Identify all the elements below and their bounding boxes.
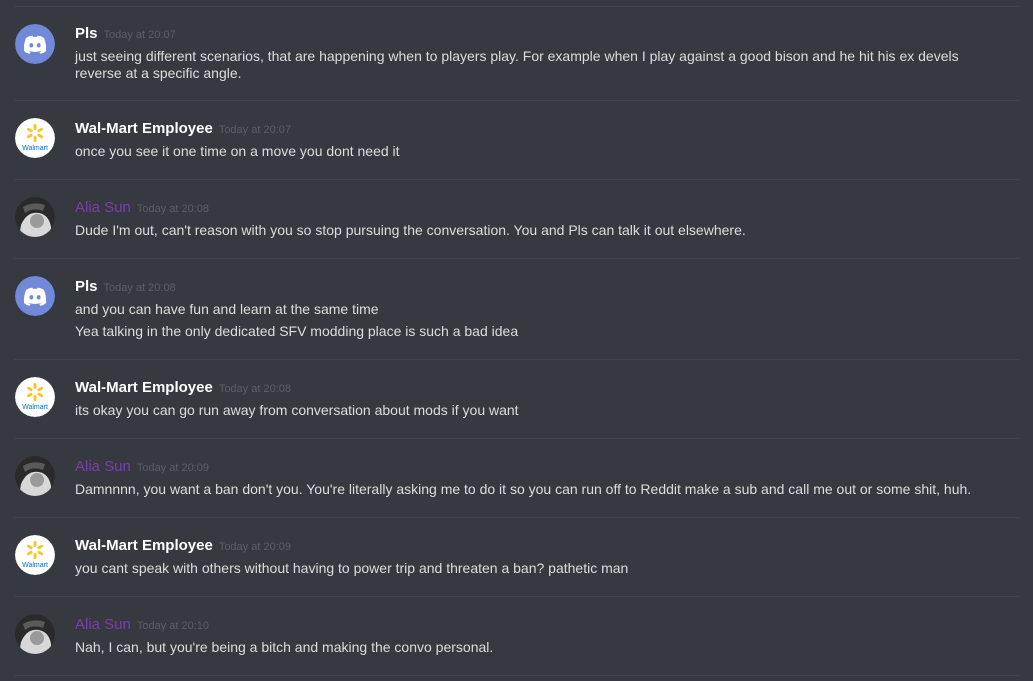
username[interactable]: Wal-Mart Employee (75, 379, 213, 396)
message-text: and you can have fun and learn at the sa… (75, 301, 379, 317)
bw-photo-icon[interactable] (15, 197, 55, 237)
message-header: Wal-Mart Employee Today at 20:07 (75, 120, 291, 138)
bw-photo-icon[interactable] (15, 456, 55, 496)
svg-text:Walmart: Walmart (22, 145, 48, 152)
message-header: Pls Today at 20:07 (75, 25, 176, 43)
timestamp[interactable]: Today at 20:08 (104, 282, 176, 294)
svg-text:Walmart: Walmart (22, 562, 48, 569)
message-divider (14, 596, 1019, 597)
message-header: Wal-Mart Employee Today at 20:09 (75, 537, 291, 555)
message-text: once you see it one time on a move you d… (75, 143, 400, 159)
message-divider (14, 179, 1019, 180)
username[interactable]: Pls (75, 25, 98, 42)
message-text: Yea talking in the only dedicated SFV mo… (75, 323, 519, 339)
username[interactable]: Wal-Mart Employee (75, 120, 213, 137)
message-divider (14, 6, 1019, 7)
message-header: Alia Sun Today at 20:09 (75, 458, 209, 476)
message-header: Wal-Mart Employee Today at 20:08 (75, 379, 291, 397)
message-text: its okay you can go run away from conver… (75, 402, 519, 418)
timestamp[interactable]: Today at 20:07 (219, 124, 291, 136)
message-divider (14, 359, 1019, 360)
username[interactable]: Pls (75, 278, 98, 295)
message-divider (14, 675, 1019, 676)
message-divider (14, 258, 1019, 259)
message-divider (14, 517, 1019, 518)
message-header: Pls Today at 20:08 (75, 278, 176, 296)
bw-photo-icon[interactable] (15, 614, 55, 654)
walmart-logo-icon[interactable]: Walmart (15, 118, 55, 158)
message-header: Alia Sun Today at 20:10 (75, 616, 209, 634)
timestamp[interactable]: Today at 20:07 (104, 29, 176, 41)
walmart-logo-icon[interactable]: Walmart (15, 535, 55, 575)
message-header: Alia Sun Today at 20:08 (75, 199, 209, 217)
timestamp[interactable]: Today at 20:10 (137, 620, 209, 632)
username[interactable]: Alia Sun (75, 458, 131, 475)
username[interactable]: Alia Sun (75, 199, 131, 216)
discord-logo-icon[interactable] (15, 24, 55, 64)
username[interactable]: Alia Sun (75, 616, 131, 633)
timestamp[interactable]: Today at 20:09 (137, 462, 209, 474)
message-text: you cant speak with others without havin… (75, 560, 629, 576)
discord-logo-icon[interactable] (15, 276, 55, 316)
svg-text:Walmart: Walmart (22, 404, 48, 411)
message-text: just seeing different scenarios, that ar… (75, 48, 959, 81)
timestamp[interactable]: Today at 20:08 (137, 203, 209, 215)
chat-messages: Pls Today at 20:07 just seeing different … (0, 0, 1033, 681)
username[interactable]: Wal-Mart Employee (75, 537, 213, 554)
message-text: Dude I'm out, can't reason with you so s… (75, 222, 746, 238)
message-divider (14, 438, 1019, 439)
message-text: Nah, I can, but you're being a bitch and… (75, 639, 494, 655)
timestamp[interactable]: Today at 20:08 (219, 383, 291, 395)
message-text: Damnnnn, you want a ban don't you. You'r… (75, 481, 972, 497)
timestamp[interactable]: Today at 20:09 (219, 541, 291, 553)
walmart-logo-icon[interactable]: Walmart (15, 377, 55, 417)
message-divider (14, 100, 1019, 101)
